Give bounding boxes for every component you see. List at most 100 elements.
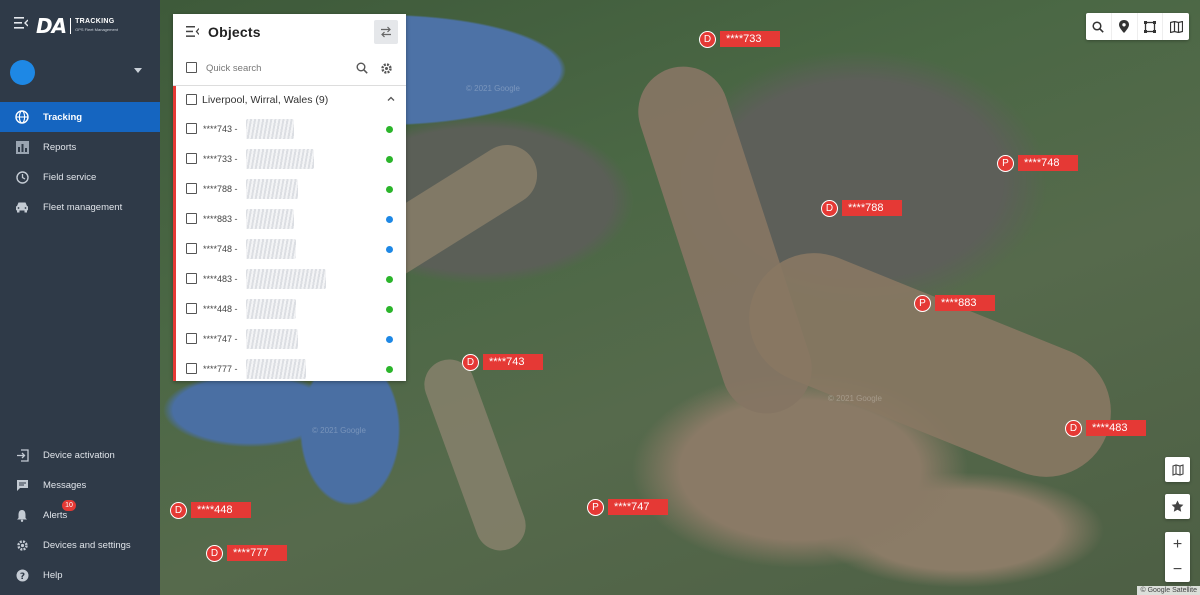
row-checkbox[interactable] — [186, 303, 197, 314]
zoom-out-button[interactable]: − — [1165, 557, 1190, 582]
user-menu[interactable] — [10, 60, 150, 86]
map-search-button[interactable] — [1086, 13, 1112, 40]
row-checkbox[interactable] — [186, 273, 197, 284]
redacted-name — [246, 149, 314, 169]
select-all-checkbox[interactable] — [186, 62, 197, 73]
row-checkbox[interactable] — [186, 243, 197, 254]
vehicle-marker[interactable]: D ****777 — [206, 544, 287, 562]
object-row[interactable]: ****448 - — [176, 294, 406, 324]
object-label: ****777 - — [203, 364, 238, 374]
map-area-button[interactable] — [1138, 13, 1164, 40]
nav-item-field-service[interactable]: Field service — [0, 162, 160, 192]
redacted-name — [246, 299, 296, 319]
object-row[interactable]: ****733 - — [176, 144, 406, 174]
marker-state: D — [462, 353, 479, 371]
map-toolbar — [1086, 13, 1189, 40]
group-label: Liverpool, Wirral, Wales (9) — [202, 94, 329, 106]
status-dot — [386, 366, 393, 373]
marker-state: D — [821, 199, 838, 217]
object-row[interactable]: ****883 - — [176, 204, 406, 234]
gear-icon — [380, 62, 392, 74]
nav-label: Fleet management — [43, 201, 123, 213]
marker-label: ****788 — [842, 200, 902, 216]
marker-state: D — [699, 30, 716, 48]
marker-state: P — [997, 154, 1014, 172]
vehicle-marker[interactable]: D ****733 — [699, 30, 780, 48]
zoom-in-button[interactable]: + — [1165, 532, 1190, 557]
vehicle-marker[interactable]: P ****883 — [914, 294, 995, 312]
map-layers-button[interactable] — [1163, 13, 1189, 40]
object-label: ****733 - — [203, 154, 238, 164]
map-pin-button[interactable] — [1112, 13, 1138, 40]
marker-state: D — [170, 501, 187, 519]
marker-state: P — [587, 498, 604, 516]
vehicle-marker[interactable]: P ****747 — [587, 498, 668, 516]
clock-icon — [15, 170, 29, 184]
nav-item-fleet-management[interactable]: Fleet management — [0, 192, 160, 222]
object-row[interactable]: ****777 - — [176, 354, 406, 384]
vehicle-marker[interactable]: P ****748 — [997, 154, 1078, 172]
swap-view-button[interactable] — [374, 20, 398, 44]
gear-icon — [15, 538, 29, 552]
nav-item-help[interactable]: ? Help — [0, 560, 160, 590]
nav-label: Help — [43, 569, 63, 581]
object-row[interactable]: ****748 - — [176, 234, 406, 264]
nav-item-messages[interactable]: Messages — [0, 470, 160, 500]
map-attribution: © Google Satellite — [1137, 586, 1200, 595]
marker-label: ****448 — [191, 502, 251, 518]
svg-text:?: ? — [19, 572, 24, 582]
status-dot — [386, 186, 393, 193]
object-row[interactable]: ****788 - — [176, 174, 406, 204]
row-checkbox[interactable] — [186, 333, 197, 344]
group-header[interactable]: Liverpool, Wirral, Wales (9) — [176, 86, 406, 112]
object-group: Liverpool, Wirral, Wales (9) ****743 - *… — [173, 86, 406, 381]
select-area-icon — [1143, 20, 1156, 33]
vehicle-marker[interactable]: D ****743 — [462, 353, 543, 371]
search-button[interactable] — [355, 61, 369, 75]
app-logo[interactable]: DA TRACKING GPS Fleet Management — [36, 14, 118, 38]
redacted-name — [246, 119, 294, 139]
object-row[interactable]: ****483 - — [176, 264, 406, 294]
vehicle-marker[interactable]: D ****483 — [1065, 419, 1146, 437]
collapse-menu-icon[interactable] — [14, 17, 28, 29]
row-checkbox[interactable] — [186, 183, 197, 194]
globe-icon — [15, 110, 29, 124]
status-dot — [386, 336, 393, 343]
row-checkbox[interactable] — [186, 363, 197, 374]
favorites-button[interactable] — [1165, 494, 1190, 519]
quick-search-input[interactable] — [206, 60, 346, 76]
chevron-down-icon[interactable] — [134, 68, 142, 73]
panel-settings-button[interactable] — [379, 61, 393, 75]
redacted-name — [246, 239, 296, 259]
marker-state: P — [914, 294, 931, 312]
marker-label: ****743 — [483, 354, 543, 370]
nav-item-reports[interactable]: Reports — [0, 132, 160, 162]
object-label: ****743 - — [203, 124, 238, 134]
map-pin-icon — [1119, 20, 1130, 33]
object-row[interactable]: ****743 - — [176, 114, 406, 144]
nav-label: Field service — [43, 171, 97, 183]
nav-item-device-activation[interactable]: Device activation — [0, 440, 160, 470]
vehicle-marker[interactable]: D ****448 — [170, 501, 251, 519]
redacted-name — [246, 179, 298, 199]
nav-item-alerts[interactable]: Alerts 10 — [0, 500, 160, 530]
marker-label: ****748 — [1018, 155, 1078, 171]
marker-label: ****483 — [1086, 420, 1146, 436]
status-dot — [386, 246, 393, 253]
collapse-panel-icon[interactable] — [186, 26, 199, 37]
map-view-button[interactable] — [1165, 457, 1190, 482]
avatar[interactable] — [10, 60, 35, 85]
chevron-up-icon[interactable] — [386, 94, 396, 104]
row-checkbox[interactable] — [186, 123, 197, 134]
vehicle-marker[interactable]: D ****788 — [821, 199, 902, 217]
object-row[interactable]: ****747 - — [176, 324, 406, 354]
nav-item-tracking[interactable]: Tracking — [0, 102, 160, 132]
nav-label: Devices and settings — [43, 539, 131, 551]
object-label: ****883 - — [203, 214, 238, 224]
nav-item-devices-settings[interactable]: Devices and settings — [0, 530, 160, 560]
row-checkbox[interactable] — [186, 153, 197, 164]
group-checkbox[interactable] — [186, 94, 197, 105]
object-label: ****748 - — [203, 244, 238, 254]
fold-map-icon — [1171, 463, 1184, 476]
row-checkbox[interactable] — [186, 213, 197, 224]
